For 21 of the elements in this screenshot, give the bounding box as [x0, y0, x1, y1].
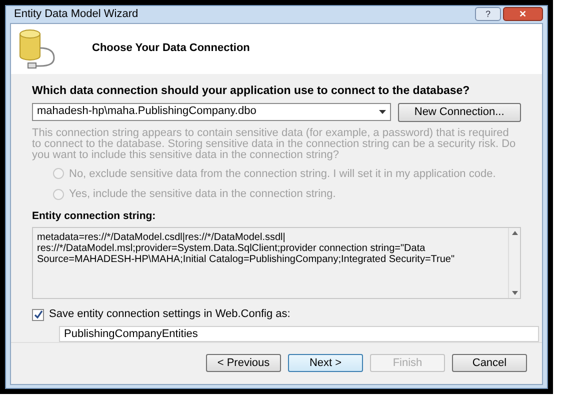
wizard-button[interactable]: Next > [288, 354, 363, 372]
close-button[interactable]: ✕ [503, 7, 543, 22]
dropdown-arrow-icon[interactable] [378, 110, 386, 114]
save-checkbox[interactable] [32, 308, 44, 320]
entity-string-label: Entity connection string: [32, 208, 157, 224]
radio-label: Yes, include the sensitive data in the connection string. [69, 187, 336, 202]
save-settings-label: Save entity connection settings in Web.Config as: [49, 307, 290, 322]
help-button[interactable]: ? [475, 7, 501, 22]
new-connection-button[interactable]: New Connection... [398, 102, 521, 122]
window-title: Entity Data Model Wizard [14, 7, 138, 22]
connection-name-field[interactable]: PublishingCompanyEntities [59, 326, 539, 342]
scroll-up-icon[interactable] [512, 231, 518, 236]
sensitive-data-notice: This connection string appears to contain sensitive data (for example, a password) that is required to connect to the database. Storing sensitive data in the connection string can be a security risk. Do you want to include this sensitive data in the connection string? [32, 128, 517, 160]
wizard-button[interactable]: < Previous [206, 354, 281, 372]
radio-label: No, exclude sensitive data from the connection string. I will set it in my application code. [69, 166, 496, 182]
connection-dropdown[interactable]: mahadesh-hp\maha.PublishingCompany.dbo [32, 102, 391, 120]
wizard-button[interactable]: Cancel [452, 354, 527, 372]
scroll-down-icon[interactable] [512, 291, 518, 296]
connection-string-box: metadata=res://*/DataModel.csdl|res://*/DataModel.ssdl| res://*/DataModel.msl;provider=System.Data.SqlClient;provider connection string="Data Source=MAHADESH-HP\MAHA;Initial Catalog=PublishingCompany;Integrated Security=True" [32, 227, 521, 300]
connection-question: Which data connection should your application use to connect to the database? [32, 84, 471, 98]
page-heading: Choose Your Data Connection [92, 41, 250, 56]
